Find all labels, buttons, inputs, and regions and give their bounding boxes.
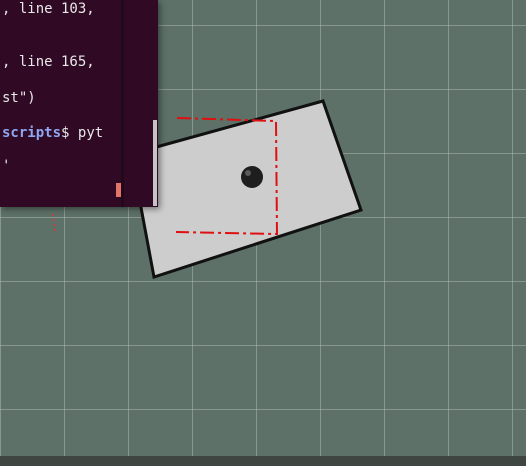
- terminal-scrollbar[interactable]: [153, 120, 157, 206]
- prompt-path: scripts: [2, 125, 62, 141]
- terminal-line-1: , line 103,: [2, 1, 95, 17]
- terminal-line-2: , line 165,: [2, 54, 95, 70]
- terminal-pane-divider[interactable]: [121, 0, 124, 207]
- prompt-symbol: $: [61, 125, 70, 141]
- robot-icon[interactable]: [241, 166, 263, 188]
- bottom-panel-edge: [0, 456, 526, 466]
- laser-mark-left: [52, 213, 56, 233]
- robot-highlight: [245, 170, 251, 176]
- terminal-prompt-line: scripts$ pyt: [2, 125, 103, 141]
- terminal-window[interactable]: , line 103, , line 165, st") scripts$ py…: [0, 0, 158, 207]
- terminal-cursor: [116, 183, 121, 197]
- terminal-line-3: st"): [2, 90, 36, 106]
- terminal-line-5: ': [2, 158, 11, 174]
- prompt-command: pyt: [77, 125, 104, 141]
- occupancy-map: [129, 99, 363, 279]
